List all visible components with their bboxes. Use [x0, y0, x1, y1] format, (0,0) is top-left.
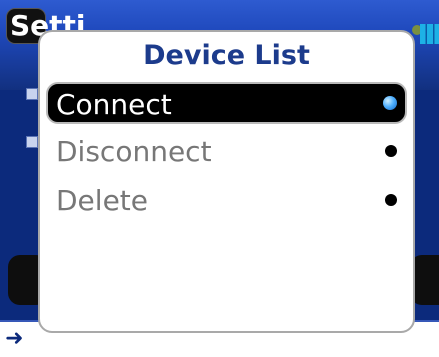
radio-icon — [385, 145, 397, 157]
menu-item-label: Connect — [56, 88, 172, 121]
menu-item-delete[interactable]: Delete — [46, 180, 407, 222]
radio-icon — [385, 194, 397, 206]
device-list-popup: Device List Connect Disconnect Delete — [38, 30, 415, 333]
radio-selected-icon — [383, 96, 397, 110]
expand-icon[interactable] — [26, 88, 38, 100]
battery-icon — [420, 24, 439, 44]
menu-item-label: Disconnect — [56, 135, 212, 168]
collapse-icon[interactable] — [26, 136, 38, 148]
menu-item-label: Delete — [56, 184, 148, 217]
menu-item-connect[interactable]: Connect — [46, 82, 407, 124]
menu-item-disconnect[interactable]: Disconnect — [46, 131, 407, 173]
popup-title: Device List — [143, 40, 310, 71]
arrow-right-icon: ➜ — [5, 326, 24, 351]
